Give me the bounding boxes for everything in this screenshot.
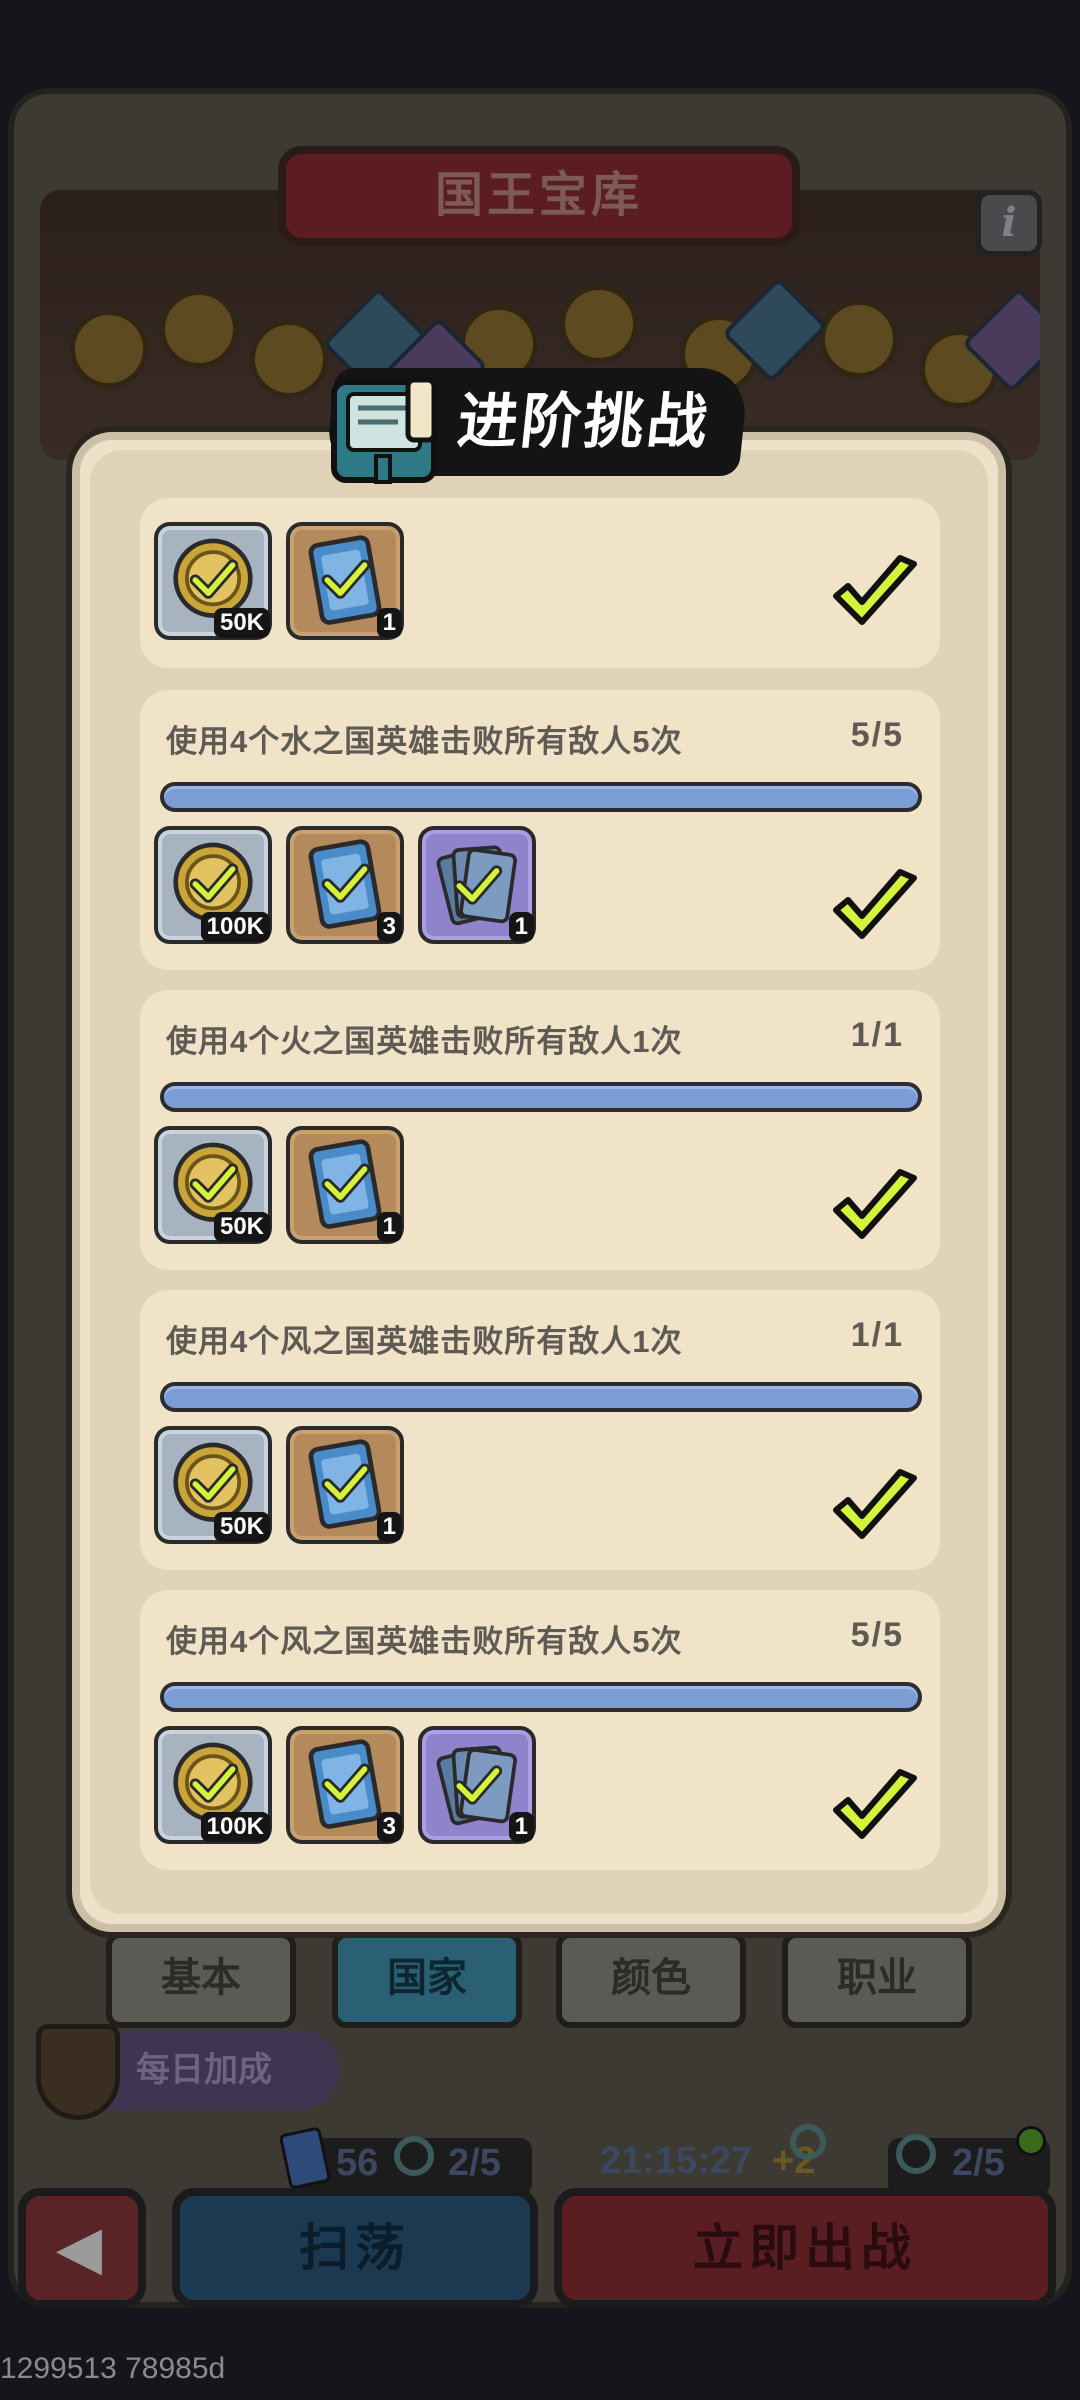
reward-count-badge: 1 (376, 608, 402, 638)
task-card: 50K 1 (140, 498, 940, 668)
task-progress-text: 5/5 (850, 716, 904, 754)
reward-card[interactable]: 3 (286, 826, 404, 944)
completed-check-icon (830, 868, 920, 948)
completed-check-icon (830, 554, 920, 634)
tab-basic[interactable]: 基本 (106, 1932, 296, 2028)
reward-count-badge: 50K (213, 1512, 270, 1542)
completed-check-icon (830, 1168, 920, 1248)
reward-list: 50K 1 (154, 1126, 404, 1246)
reward-count-badge: 50K (213, 608, 270, 638)
reward-list: 100K 3 1 (154, 826, 536, 946)
reward-pack[interactable]: 1 (418, 826, 536, 944)
battle-now-button[interactable]: 立即出战 (554, 2188, 1056, 2308)
screen-title: 国王宝库 (278, 146, 800, 246)
task-card: 使用4个风之国英雄击败所有敌人5次 5/5 100K 3 1 (140, 1590, 940, 1870)
notification-dot-icon (1016, 2126, 1046, 2156)
tab-class[interactable]: 职业 (782, 1932, 972, 2028)
sweep-button[interactable]: 扫荡 (172, 2188, 538, 2308)
task-progress-text: 5/5 (850, 1616, 904, 1654)
reward-count-badge: 3 (376, 1812, 402, 1842)
task-progress-bar (160, 1682, 922, 1712)
reward-list: 50K 1 (154, 522, 404, 642)
reward-coin[interactable]: 50K (154, 522, 272, 640)
reward-count-badge: 100K (200, 912, 270, 942)
task-progress-fill (164, 1686, 918, 1708)
reward-coin[interactable]: 100K (154, 1726, 272, 1844)
task-progress-bar (160, 1382, 922, 1412)
task-description: 使用4个风之国英雄击败所有敌人1次 (166, 1324, 683, 1359)
task-description: 使用4个风之国英雄击败所有敌人5次 (166, 1624, 683, 1659)
back-arrow-icon: ◀ (55, 2214, 109, 2281)
task-progress-fill (164, 786, 918, 808)
reward-card[interactable]: 1 (286, 1426, 404, 1544)
key-icon (394, 2136, 434, 2176)
task-card: 使用4个水之国英雄击败所有敌人5次 5/5 100K 3 1 (140, 690, 940, 970)
task-card: 使用4个火之国英雄击败所有敌人1次 1/1 50K 1 (140, 990, 940, 1270)
reward-coin[interactable]: 50K (154, 1126, 272, 1244)
tab-color[interactable]: 颜色 (556, 1932, 746, 2028)
reward-pack[interactable]: 1 (418, 1726, 536, 1844)
task-progress-bar (160, 782, 922, 812)
info-button[interactable]: i (976, 190, 1042, 256)
reward-card[interactable]: 1 (286, 522, 404, 640)
task-progress-fill (164, 1086, 918, 1108)
timer-key-icon (790, 2124, 826, 2160)
task-progress-bar (160, 1082, 922, 1112)
task-card: 使用4个风之国英雄击败所有敌人1次 1/1 50K 1 (140, 1290, 940, 1570)
reward-count-badge: 50K (213, 1212, 270, 1242)
task-description: 使用4个火之国英雄击败所有敌人1次 (166, 1024, 683, 1059)
reward-list: 50K 1 (154, 1426, 404, 1546)
daily-bonus-label: 每日加成 (136, 2051, 272, 2089)
task-progress-text: 1/1 (850, 1316, 904, 1354)
reward-count-badge: 3 (376, 912, 402, 942)
back-button[interactable]: ◀ (18, 2188, 146, 2308)
footer-id: 1299513 78985d (0, 2352, 226, 2385)
task-progress-fill (164, 1386, 918, 1408)
completed-check-icon (830, 1468, 920, 1548)
reward-card[interactable]: 1 (286, 1126, 404, 1244)
keys-right-key-icon (896, 2134, 936, 2174)
reward-coin[interactable]: 100K (154, 826, 272, 944)
reward-coin[interactable]: 50K (154, 1426, 272, 1544)
reward-count-badge: 1 (376, 1212, 402, 1242)
completed-check-icon (830, 1768, 920, 1848)
daily-bonus-crest-icon (36, 2024, 120, 2120)
reward-list: 100K 3 1 (154, 1726, 536, 1846)
book-icon (331, 377, 437, 484)
reward-count-badge: 1 (376, 1512, 402, 1542)
reward-count-badge: 1 (508, 912, 534, 942)
reward-card[interactable]: 3 (286, 1726, 404, 1844)
task-description: 使用4个水之国英雄击败所有敌人5次 (166, 724, 683, 759)
reward-count-badge: 1 (508, 1812, 534, 1842)
task-progress-text: 1/1 (850, 1016, 904, 1054)
reward-count-badge: 100K (200, 1812, 270, 1842)
tab-country[interactable]: 国家 (332, 1932, 522, 2028)
modal-title-text: 进阶挑战 (454, 388, 714, 455)
